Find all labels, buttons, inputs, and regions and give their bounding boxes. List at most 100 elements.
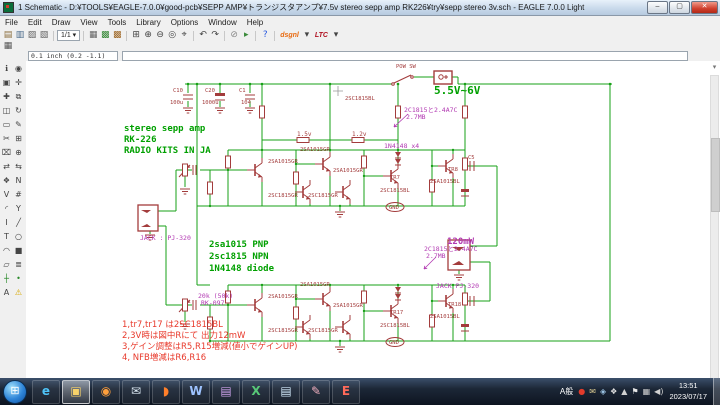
show-desktop-button[interactable] [713, 378, 720, 405]
text-tool[interactable]: T [1, 231, 12, 242]
mail-tray-icon[interactable]: ✉ [589, 387, 596, 396]
ltspice-button[interactable]: LTC [313, 32, 330, 39]
menu-options[interactable]: Options [166, 17, 204, 29]
invoke-tool[interactable]: I [1, 217, 12, 228]
zoom-redraw-icon[interactable]: ◎ [166, 30, 178, 41]
rotate-tool[interactable]: ↻ [13, 105, 24, 116]
cut-tool[interactable]: ✂ [1, 133, 12, 144]
designlink-dropdown-icon[interactable]: ▾ [301, 30, 313, 41]
network-icon[interactable]: ▦ [643, 387, 651, 396]
app-tray-icon[interactable]: ❖ [610, 387, 617, 396]
layer-settings-icon[interactable]: ▩ [111, 30, 123, 41]
label-tool[interactable]: A [1, 287, 12, 298]
title-bar: 1 Schematic - D:¥TOOLS¥EAGLE-7.0.0¥good-… [0, 0, 720, 16]
zoom-out-icon[interactable]: ⊖ [154, 30, 166, 41]
replace-tool[interactable]: ❖ [1, 175, 12, 186]
schematic-label: RADIO KITS IN JA [124, 146, 211, 156]
export-image-icon[interactable]: ▧ [38, 30, 50, 41]
menu-help[interactable]: Help [242, 17, 268, 29]
notepad-icon[interactable]: ▤ [272, 380, 300, 404]
schematic-label: POW SW [396, 64, 417, 70]
start-button[interactable]: ⊞ [3, 380, 27, 404]
menu-draw[interactable]: Draw [47, 17, 76, 29]
volume-icon[interactable]: ◀) [654, 387, 663, 396]
wire-tool[interactable]: ╱ [13, 217, 24, 228]
action-center-icon[interactable]: ⚑ [631, 387, 638, 396]
menu-edit[interactable]: Edit [23, 17, 47, 29]
zoom-fit-icon[interactable]: ⊞ [130, 30, 142, 41]
alert-tray-icon[interactable]: ● [578, 387, 585, 396]
change-tool[interactable]: ✎ [13, 119, 24, 130]
net-tool[interactable]: ┼ [1, 273, 12, 284]
explorer-icon[interactable]: ▣ [62, 380, 90, 404]
excel-icon[interactable]: X [242, 380, 270, 404]
maximize-button[interactable]: ▢ [669, 1, 690, 14]
erc-tool[interactable]: ⚠ [13, 287, 24, 298]
menu-view[interactable]: View [75, 17, 102, 29]
command-input[interactable] [122, 51, 688, 61]
ltspice-dropdown-icon[interactable]: ▾ [330, 30, 342, 41]
schematic-canvas[interactable]: stereo sepp ampRK-226RADIO KITS IN JA2sa… [26, 61, 720, 378]
word-icon[interactable]: W [182, 380, 210, 404]
polygon-tool[interactable]: ▱ [1, 259, 12, 270]
taskbar-clock[interactable]: 13:51 2023/07/17 [669, 381, 707, 401]
tool-tray-icon[interactable]: ◈ [600, 387, 606, 396]
toolbar-separator [274, 31, 275, 41]
menu-tools[interactable]: Tools [103, 17, 132, 29]
open-icon[interactable]: ▤ [2, 30, 14, 41]
go-icon[interactable]: ▸ [240, 30, 252, 41]
save-icon[interactable]: ▥ [14, 30, 26, 41]
menu-window[interactable]: Window [203, 17, 241, 29]
bus-tool[interactable]: ≣ [13, 259, 24, 270]
zoom-select-icon[interactable]: ⌖ [178, 30, 190, 41]
info-tool[interactable]: ℹ [1, 63, 12, 74]
ie-icon[interactable]: e [32, 380, 60, 404]
paste-tool[interactable]: ⊞ [13, 133, 24, 144]
arc-tool[interactable]: ◠ [1, 245, 12, 256]
undo-icon[interactable]: ↶ [197, 30, 209, 41]
winrar-icon[interactable]: ▤ [212, 380, 240, 404]
miter-tool[interactable]: ◜ [1, 203, 12, 214]
stop-icon[interactable]: ⊘ [228, 30, 240, 41]
print-icon[interactable]: ▨ [26, 30, 38, 41]
group-tool[interactable]: ▭ [1, 119, 12, 130]
split-tool[interactable]: Y [13, 203, 24, 214]
mirror-tool[interactable]: ◫ [1, 105, 12, 116]
paint-icon[interactable]: ✎ [302, 380, 330, 404]
pinswap-tool[interactable]: ⇄ [1, 161, 12, 172]
redo-icon[interactable]: ↷ [209, 30, 221, 41]
add-tool[interactable]: ⊕ [13, 147, 24, 158]
media-player-icon[interactable]: ◉ [92, 380, 120, 404]
help-icon[interactable]: ? [259, 30, 271, 41]
eye-tool[interactable]: ◉ [13, 63, 24, 74]
designlink-button[interactable]: dsgnl [278, 32, 301, 39]
menu-library[interactable]: Library [131, 17, 165, 29]
firefox-icon[interactable]: ◗ [152, 380, 180, 404]
name-tool[interactable]: N [13, 175, 24, 186]
rect-tool[interactable]: ■ [13, 245, 24, 256]
ime-indicator[interactable]: A般 [560, 386, 573, 397]
display-layers-icon[interactable]: ▩ [99, 30, 111, 41]
circle-tool[interactable]: ○ [13, 231, 24, 242]
eagle-icon[interactable]: E [332, 380, 360, 404]
smash-tool[interactable]: # [13, 189, 24, 200]
gateswap-tool[interactable]: ⇆ [13, 161, 24, 172]
sheet-combo[interactable]: 1/1 ▾ [57, 30, 80, 41]
panel-toggle-icon[interactable]: ▾ [710, 63, 719, 71]
mail-icon[interactable]: ✉ [122, 380, 150, 404]
delete-tool[interactable]: ⌧ [1, 147, 12, 158]
junction-tool[interactable]: • [13, 273, 24, 284]
tray-expand-icon[interactable]: ▲ [621, 387, 627, 396]
display-tool[interactable]: ▣ [1, 77, 12, 88]
grid-icon[interactable]: ▦ [87, 30, 99, 41]
minimize-button[interactable]: – [647, 1, 668, 14]
move-tool[interactable]: ✚ [1, 91, 12, 102]
scrollbar-thumb[interactable] [711, 138, 720, 212]
close-button[interactable]: ✕ [691, 1, 718, 14]
zoom-in-icon[interactable]: ⊕ [142, 30, 154, 41]
menu-file[interactable]: File [0, 17, 23, 29]
mark-tool[interactable]: ✛ [13, 77, 24, 88]
value-tool[interactable]: V [1, 189, 12, 200]
vertical-scrollbar[interactable] [710, 75, 719, 378]
copy-tool[interactable]: ⧉ [13, 91, 24, 102]
